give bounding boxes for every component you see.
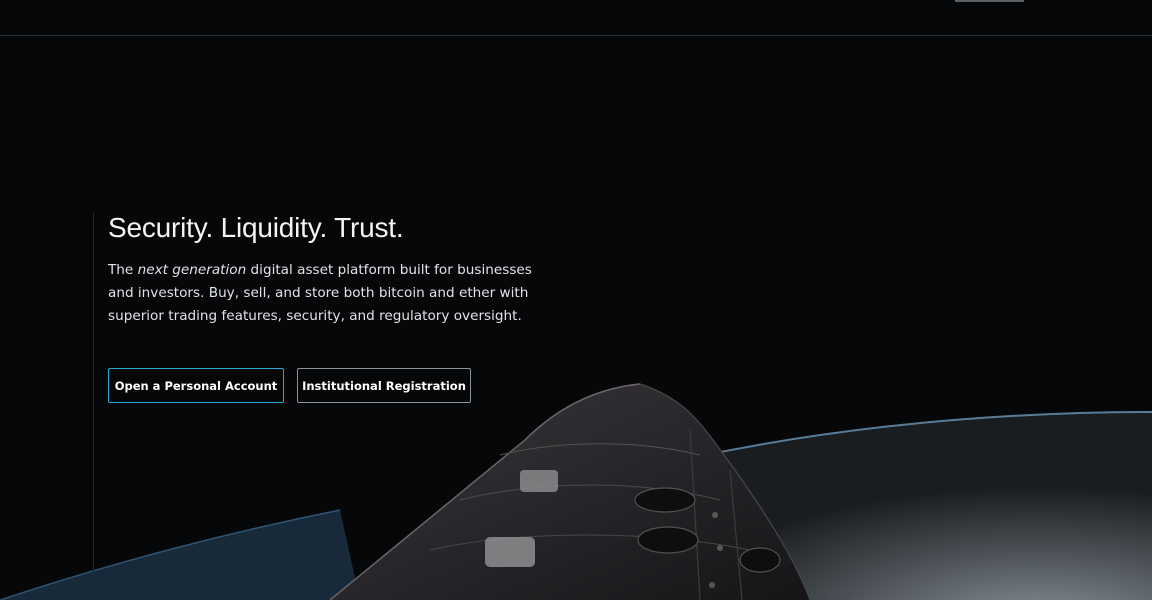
hero-title: Security. Liquidity. Trust. (108, 212, 404, 243)
landing-page: Security. Liquidity. Trust. The next gen… (0, 0, 1152, 600)
institutional-registration-button[interactable]: Institutional Registration (297, 368, 471, 403)
nav-button-partial[interactable] (955, 0, 1024, 2)
hero-description: The next generation digital asset platfo… (108, 259, 548, 327)
vertical-divider (93, 213, 94, 600)
hero-description-part1: The (108, 262, 138, 278)
open-personal-account-button[interactable]: Open a Personal Account (108, 368, 284, 403)
hero-description-emphasis: next generation (137, 262, 247, 278)
top-navigation-bar (0, 0, 1152, 36)
